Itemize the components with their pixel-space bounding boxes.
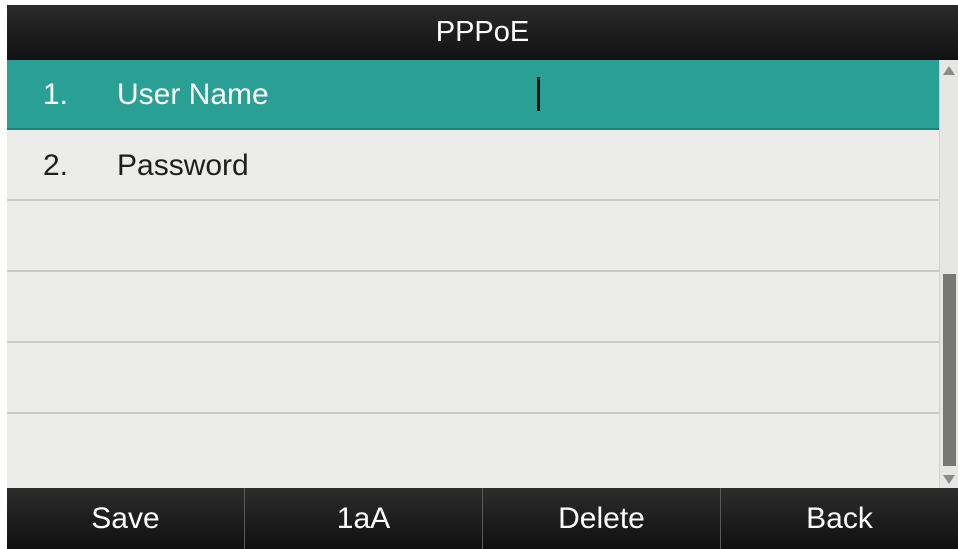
scrollbar[interactable]: [939, 60, 958, 488]
input-mode-button[interactable]: 1aA: [245, 488, 483, 549]
page-title: PPPoE: [7, 5, 958, 60]
item-number: 2.: [43, 149, 69, 182]
settings-list: 1. User Name 2. Password: [7, 60, 939, 488]
list-item-empty: [7, 273, 939, 343]
list-item-password[interactable]: 2. Password: [7, 131, 939, 201]
item-label: Password: [117, 149, 249, 182]
list-item-empty: [7, 415, 939, 485]
phone-screen: PPPoE 1. User Name 2. Password Save 1aA …: [7, 5, 958, 549]
item-number: 1.: [43, 78, 69, 111]
softkey-bar: Save 1aA Delete Back: [7, 488, 958, 549]
list-item-user-name[interactable]: 1. User Name: [7, 60, 939, 130]
item-label: User Name: [117, 78, 269, 111]
scroll-up-arrow-icon[interactable]: [943, 66, 955, 75]
scroll-down-arrow-icon[interactable]: [943, 475, 955, 484]
list-item-empty: [7, 344, 939, 414]
back-button[interactable]: Back: [721, 488, 958, 549]
scroll-thumb[interactable]: [943, 274, 956, 466]
text-cursor[interactable]: [537, 77, 540, 111]
delete-button[interactable]: Delete: [483, 488, 721, 549]
list-item-empty: [7, 202, 939, 272]
save-button[interactable]: Save: [7, 488, 245, 549]
